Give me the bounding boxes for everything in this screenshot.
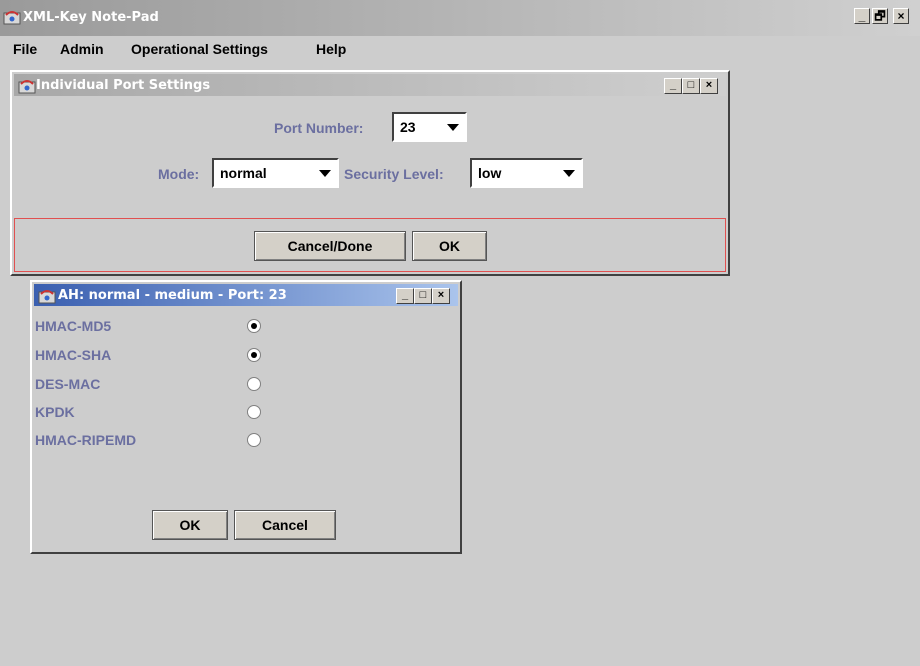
maximize-icon[interactable]: □ <box>682 78 700 94</box>
option-label: HMAC-RIPEMD <box>35 432 137 448</box>
mode-dropdown[interactable]: normal <box>212 158 339 188</box>
radio-hmac-sha[interactable] <box>247 348 261 362</box>
port-settings-controls: _ □ × <box>664 78 718 94</box>
app-titlebar[interactable]: XML-Key Note-Pad _ 🗗 × <box>0 0 920 36</box>
port-settings-title: Individual Port Settings <box>36 78 211 93</box>
chevron-down-icon <box>447 124 459 131</box>
radio-kpdk[interactable] <box>247 405 261 419</box>
port-settings-window: Individual Port Settings _ □ × Port Numb… <box>10 70 730 276</box>
restore-icon[interactable]: 🗗 <box>872 8 888 24</box>
minimize-icon[interactable]: _ <box>396 288 414 304</box>
minimize-icon[interactable]: _ <box>664 78 682 94</box>
radio-des-mac[interactable] <box>247 377 261 391</box>
option-label: DES-MAC <box>35 376 101 392</box>
option-label: HMAC-SHA <box>35 347 112 363</box>
chevron-down-icon <box>563 170 575 177</box>
mode-label: Mode: <box>158 166 200 182</box>
option-label: HMAC-MD5 <box>35 318 112 334</box>
close-icon[interactable]: × <box>893 8 909 24</box>
cancel-done-button[interactable]: Cancel/Done <box>254 231 406 261</box>
ah-title: AH: normal - medium - Port: 23 <box>58 288 287 303</box>
minimize-icon[interactable]: _ <box>854 8 870 24</box>
ok-button[interactable]: OK <box>412 231 487 261</box>
chevron-down-icon <box>319 170 331 177</box>
maximize-icon[interactable]: □ <box>414 288 432 304</box>
menu-help[interactable]: Help <box>316 41 346 57</box>
radio-hmac-md5[interactable] <box>247 319 261 333</box>
security-level-dropdown[interactable]: low <box>470 158 583 188</box>
app-title: XML-Key Note-Pad <box>23 10 159 25</box>
radio-hmac-ripemd[interactable] <box>247 433 261 447</box>
menu-admin[interactable]: Admin <box>60 41 104 57</box>
menu-file[interactable]: File <box>13 41 37 57</box>
port-settings-titlebar[interactable]: Individual Port Settings _ □ × <box>14 74 726 96</box>
ah-window: AH: normal - medium - Port: 23 _ □ × HMA… <box>30 280 462 554</box>
button-panel: Cancel/Done OK <box>14 218 726 272</box>
menu-operational-settings[interactable]: Operational Settings <box>131 41 268 57</box>
security-level-label: Security Level: <box>344 166 444 182</box>
close-icon[interactable]: × <box>432 288 450 304</box>
port-number-dropdown[interactable]: 23 <box>392 112 467 142</box>
ah-titlebar[interactable]: AH: normal - medium - Port: 23 _ □ × <box>34 284 458 306</box>
window-icon <box>18 80 36 94</box>
ah-controls: _ □ × <box>396 288 450 304</box>
port-number-value: 23 <box>400 119 416 135</box>
app-icon <box>3 11 21 25</box>
option-label: KPDK <box>35 404 75 420</box>
ok-button[interactable]: OK <box>152 510 228 540</box>
security-level-value: low <box>478 165 502 181</box>
close-icon[interactable]: × <box>700 78 718 94</box>
cancel-button[interactable]: Cancel <box>234 510 336 540</box>
menu-bar: File Admin Operational Settings Help <box>0 36 920 62</box>
port-number-label: Port Number: <box>274 120 364 136</box>
window-icon <box>38 290 56 304</box>
mode-value: normal <box>220 165 267 181</box>
